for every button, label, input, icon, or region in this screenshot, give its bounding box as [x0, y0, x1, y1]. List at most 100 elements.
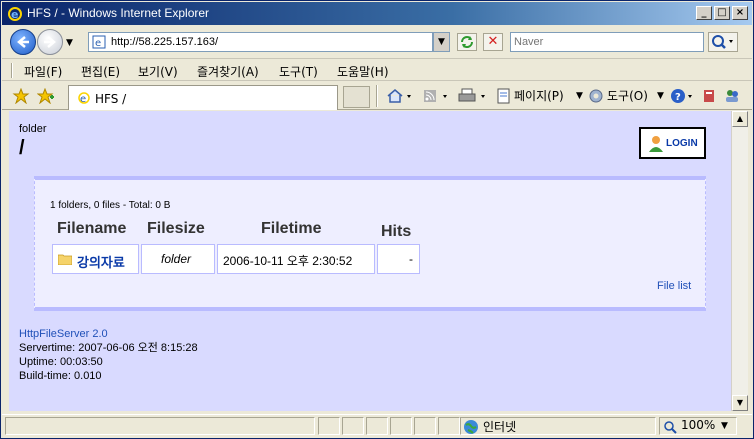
- login-button[interactable]: LOGIN: [639, 127, 706, 159]
- address-bar[interactable]: e http://58.225.157.163/: [88, 32, 433, 52]
- home-icon[interactable]: [386, 88, 416, 104]
- tools-menu-dropdown-icon[interactable]: ▼: [657, 91, 664, 109]
- window-controls: _ □ ×: [694, 6, 748, 20]
- status-pane: [438, 417, 460, 435]
- history-dropdown-icon[interactable]: ▼: [66, 38, 73, 48]
- window-title: HFS / - Windows Internet Explorer: [27, 6, 210, 20]
- folder-label: folder: [19, 123, 47, 135]
- server-time: Servertime: 2007-06-06 오전 8:15:28: [19, 342, 198, 354]
- toolbar-separator: [376, 85, 378, 107]
- page-content: folder / LOGIN 1 folders, 0 files - Tota…: [9, 111, 731, 411]
- status-pane: [342, 417, 364, 435]
- zoom-icon: [664, 421, 677, 434]
- tab-label: HFS /: [95, 92, 127, 106]
- favorites-star-icon[interactable]: [12, 88, 30, 104]
- column-header-filesize[interactable]: Filesize: [147, 220, 205, 238]
- svg-text:e: e: [95, 38, 101, 49]
- add-favorite-icon[interactable]: [37, 88, 55, 104]
- menu-edit[interactable]: 편집(E): [81, 63, 120, 80]
- file-hits-cell: -: [377, 244, 420, 274]
- status-pane: [390, 417, 412, 435]
- forward-button[interactable]: [37, 29, 63, 55]
- folder-icon: [58, 254, 72, 265]
- print-icon[interactable]: [458, 88, 490, 104]
- file-name-link[interactable]: 강의자료: [77, 252, 125, 271]
- status-text-pane: [5, 417, 315, 435]
- search-input[interactable]: [514, 35, 700, 49]
- folder-path: /: [19, 137, 25, 159]
- file-time-cell: 2006-10-11 오후 2:30:52: [217, 244, 375, 274]
- server-link[interactable]: HttpFileServer 2.0: [19, 327, 198, 341]
- research-icon[interactable]: [702, 88, 718, 104]
- new-tab-button[interactable]: [343, 86, 370, 108]
- scroll-down-button[interactable]: ▼: [732, 395, 748, 411]
- status-bar: 인터넷 100% ▼: [2, 414, 752, 436]
- address-url[interactable]: http://58.225.157.163/: [111, 36, 218, 48]
- file-list-panel: 1 folders, 0 files - Total: 0 B Filename…: [34, 176, 706, 311]
- file-hits: -: [409, 252, 413, 266]
- menu-tools[interactable]: 도구(T): [279, 63, 318, 80]
- scroll-up-button[interactable]: ▲: [732, 111, 748, 127]
- page-icon: e: [92, 35, 106, 49]
- address-toolbar: ▼ e http://58.225.157.163/ ▼ ✕: [2, 26, 752, 59]
- maximize-button[interactable]: □: [714, 6, 730, 20]
- menu-favorites[interactable]: 즐겨찾기(A): [197, 63, 259, 80]
- server-info: HttpFileServer 2.0 Servertime: 2007-06-0…: [19, 327, 198, 383]
- file-size: folder: [161, 252, 192, 266]
- page-menu-dropdown-icon[interactable]: ▼: [576, 91, 583, 109]
- file-time: 2006-10-11 오후 2:30:52: [223, 254, 353, 268]
- toolbar-grip[interactable]: [11, 63, 13, 78]
- column-header-hits[interactable]: Hits: [381, 223, 411, 241]
- user-icon: [649, 136, 663, 152]
- tools-menu-button[interactable]: 도구(O): [607, 87, 648, 105]
- title-bar: e HFS / - Windows Internet Explorer _ □ …: [2, 2, 752, 25]
- folder-summary: 1 folders, 0 files - Total: 0 B: [50, 200, 171, 211]
- page-icon: e: [78, 92, 90, 105]
- refresh-button[interactable]: [457, 33, 477, 51]
- column-header-filename[interactable]: Filename: [57, 220, 126, 238]
- minimize-button[interactable]: _: [696, 6, 712, 20]
- tab-hfs[interactable]: e HFS /: [68, 85, 338, 110]
- ie-logo-icon: e: [8, 7, 22, 21]
- stop-button[interactable]: ✕: [483, 33, 503, 51]
- svg-text:e: e: [80, 94, 86, 105]
- vertical-scrollbar[interactable]: ▲ ▼: [731, 111, 748, 411]
- messenger-icon[interactable]: [724, 88, 740, 104]
- search-button[interactable]: [708, 32, 738, 52]
- page-menu-icon: [497, 88, 510, 104]
- globe-icon: [464, 420, 478, 434]
- file-name-cell[interactable]: 강의자료: [52, 244, 139, 274]
- zoom-level[interactable]: 100%: [681, 418, 715, 432]
- ie-window: e HFS / - Windows Internet Explorer _ □ …: [0, 0, 754, 439]
- status-pane: [414, 417, 436, 435]
- svg-text:?: ?: [675, 92, 681, 103]
- login-label: LOGIN: [666, 138, 698, 149]
- menu-file[interactable]: 파일(F): [24, 63, 62, 80]
- refresh-icon: [461, 36, 473, 48]
- gear-icon: [589, 89, 603, 103]
- status-pane: [318, 417, 340, 435]
- zoom-dropdown-icon[interactable]: ▼: [721, 421, 728, 431]
- address-dropdown-button[interactable]: ▼: [433, 32, 450, 52]
- arrow-right-icon: [44, 36, 56, 48]
- back-button[interactable]: [10, 29, 36, 55]
- search-icon: [712, 35, 733, 49]
- close-button[interactable]: ×: [732, 6, 748, 20]
- search-box[interactable]: [510, 32, 704, 52]
- menu-view[interactable]: 보기(V): [138, 63, 178, 80]
- status-pane: [366, 417, 388, 435]
- menu-bar: 파일(F) 편집(E) 보기(V) 즐겨찾기(A) 도구(T) 도움말(H): [2, 60, 752, 81]
- tab-command-bar: e HFS / 페이지(P) ▼ 도구(O) ▼ ?: [2, 82, 752, 110]
- uptime: Uptime: 00:03:50: [19, 356, 103, 368]
- svg-text:e: e: [11, 8, 18, 21]
- feeds-icon[interactable]: [422, 88, 452, 104]
- security-zone-label: 인터넷: [483, 420, 517, 434]
- help-icon[interactable]: ?: [670, 88, 698, 104]
- file-size-cell: folder: [141, 244, 215, 274]
- column-header-filetime[interactable]: Filetime: [261, 220, 321, 238]
- page-menu-button[interactable]: 페이지(P): [514, 87, 564, 105]
- arrow-left-icon: [17, 36, 29, 48]
- build-time: Build-time: 0.010: [19, 370, 102, 382]
- file-list-link[interactable]: File list: [657, 280, 691, 292]
- menu-help[interactable]: 도움말(H): [337, 63, 389, 80]
